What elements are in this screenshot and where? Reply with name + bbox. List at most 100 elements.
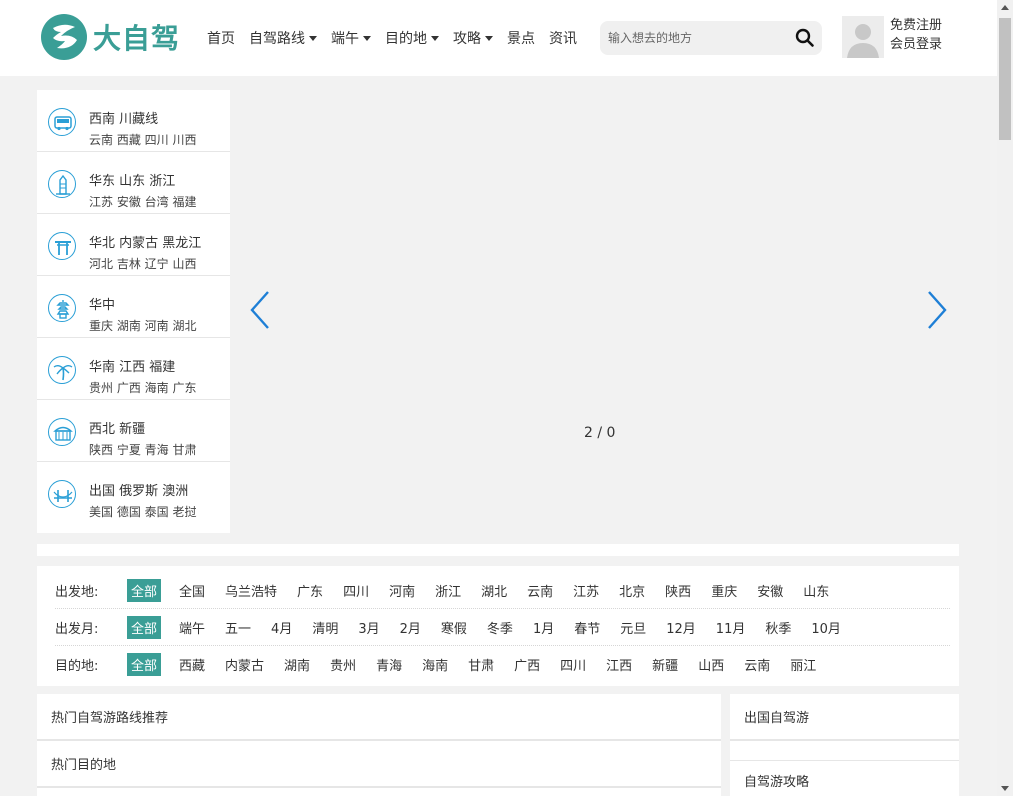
region-title[interactable]: 华中 — [89, 294, 115, 313]
filter-option[interactable]: 广东 — [297, 581, 323, 600]
filter-option[interactable]: 11月 — [716, 618, 746, 637]
filter-option[interactable]: 2月 — [400, 618, 421, 637]
scroll-up-icon[interactable] — [1001, 5, 1009, 10]
filter-option[interactable]: 四川 — [560, 655, 586, 674]
region-title[interactable]: 华南 江西 福建 — [89, 356, 175, 375]
filter-option[interactable]: 江苏 — [573, 581, 599, 600]
filter-option[interactable]: 青海 — [376, 655, 402, 674]
region-subtitle[interactable]: 重庆 湖南 河南 湖北 — [89, 317, 196, 334]
filter-option[interactable]: 乌兰浩特 — [225, 581, 277, 600]
section-title[interactable]: 出国自驾游 — [744, 707, 809, 726]
region-title[interactable]: 西北 新疆 — [89, 418, 145, 437]
filter-option[interactable]: 西藏 — [179, 655, 205, 674]
filter-option[interactable]: 端午 — [179, 618, 205, 637]
filter-option[interactable]: 新疆 — [652, 655, 678, 674]
filter-option[interactable]: 全国 — [179, 581, 205, 600]
scroll-down-icon[interactable] — [1001, 786, 1009, 791]
filter-option[interactable]: 秋季 — [765, 618, 791, 637]
filter-option[interactable]: 丽江 — [790, 655, 816, 674]
car-icon — [48, 108, 76, 136]
region-title[interactable]: 西南 川藏线 — [89, 108, 158, 127]
nav-duanwu[interactable]: 端午 — [331, 28, 371, 48]
nav-destinations[interactable]: 目的地 — [385, 28, 439, 48]
section-title[interactable]: 热门自驾游路线推荐 — [51, 707, 168, 726]
filter-option[interactable]: 1月 — [533, 618, 554, 637]
nav-guides[interactable]: 攻略 — [453, 28, 493, 48]
filter-option[interactable]: 3月 — [358, 618, 379, 637]
filter-option[interactable]: 冬季 — [487, 618, 513, 637]
nav-attractions[interactable]: 景点 — [507, 28, 535, 48]
nav-label: 攻略 — [453, 31, 481, 47]
region-title[interactable]: 华东 山东 浙江 — [89, 170, 175, 189]
filter-option[interactable]: 贵州 — [330, 655, 356, 674]
filter-option[interactable]: 陕西 — [665, 581, 691, 600]
filter-option[interactable]: 江西 — [606, 655, 632, 674]
filter-option[interactable]: 内蒙古 — [225, 655, 264, 674]
region-subtitle[interactable]: 江苏 安徽 台湾 福建 — [89, 193, 196, 210]
filter-option[interactable]: 山西 — [698, 655, 724, 674]
filter-option[interactable]: 4月 — [271, 618, 292, 637]
filter-option[interactable]: 山东 — [803, 581, 829, 600]
chevron-left-icon — [250, 291, 269, 329]
register-link[interactable]: 免费注册 — [890, 16, 942, 35]
region-subtitle[interactable]: 河北 吉林 辽宁 山西 — [89, 255, 196, 272]
filter-option[interactable]: 湖南 — [284, 655, 310, 674]
search-input[interactable] — [600, 21, 785, 55]
region-title[interactable]: 华北 内蒙古 黑龙江 — [89, 232, 201, 251]
filter-option[interactable]: 海南 — [422, 655, 448, 674]
nav-news[interactable]: 资讯 — [549, 28, 577, 48]
filter-option[interactable]: 安徽 — [757, 581, 783, 600]
region-subtitle[interactable]: 云南 西藏 四川 川西 — [89, 131, 196, 148]
filter-option-active[interactable]: 全部 — [127, 615, 162, 639]
filter-option[interactable]: 浙江 — [435, 581, 461, 600]
filter-option[interactable]: 10月 — [811, 618, 841, 637]
region-subtitle[interactable]: 美国 德国 泰国 老挝 — [89, 503, 196, 520]
user-area: 免费注册 会员登录 — [842, 16, 942, 58]
divider-strip — [37, 544, 959, 556]
caret-down-icon — [485, 35, 493, 41]
filter-option[interactable]: 广西 — [514, 655, 540, 674]
region-item-central[interactable]: 华中 重庆 湖南 河南 湖北 — [37, 276, 230, 338]
site-logo[interactable]: 大自驾 — [41, 14, 180, 60]
filter-option[interactable]: 云南 — [744, 655, 770, 674]
filter-option[interactable]: 春节 — [574, 618, 600, 637]
filter-option[interactable]: 北京 — [619, 581, 645, 600]
filter-option[interactable]: 甘肃 — [468, 655, 494, 674]
filter-option[interactable]: 五一 — [225, 618, 251, 637]
user-icon — [842, 16, 884, 58]
region-item-abroad[interactable]: 出国 俄罗斯 澳洲 美国 德国 泰国 老挝 — [37, 462, 230, 528]
hot-destinations-header: 热门目的地 — [37, 741, 721, 788]
region-subtitle[interactable]: 陕西 宁夏 青海 甘肃 — [89, 441, 196, 458]
login-link[interactable]: 会员登录 — [890, 35, 942, 54]
filter-option[interactable]: 寒假 — [441, 618, 467, 637]
region-title[interactable]: 出国 俄罗斯 澳洲 — [89, 480, 188, 499]
region-item-southwest[interactable]: 西南 川藏线 云南 西藏 四川 川西 — [37, 90, 230, 152]
nav-home[interactable]: 首页 — [207, 28, 235, 48]
section-title[interactable]: 热门目的地 — [51, 754, 116, 773]
filter-option[interactable]: 四川 — [343, 581, 369, 600]
nav-routes[interactable]: 自驾路线 — [249, 28, 317, 48]
filter-option-active[interactable]: 全部 — [127, 653, 162, 676]
filter-option[interactable]: 云南 — [527, 581, 553, 600]
slider-prev-button[interactable] — [250, 290, 270, 330]
filter-option[interactable]: 重庆 — [711, 581, 737, 600]
filter-option[interactable]: 12月 — [666, 618, 696, 637]
filter-option[interactable]: 湖北 — [481, 581, 507, 600]
slider-next-button[interactable] — [927, 290, 947, 330]
region-item-northwest[interactable]: 西北 新疆 陕西 宁夏 青海 甘肃 — [37, 400, 230, 462]
region-subtitle[interactable]: 贵州 广西 海南 广东 — [89, 379, 196, 396]
panel-body — [37, 788, 721, 796]
filter-option[interactable]: 河南 — [389, 581, 415, 600]
avatar[interactable] — [842, 16, 884, 58]
scroll-thumb[interactable] — [999, 18, 1011, 140]
page-scrollbar[interactable] — [997, 0, 1013, 796]
filter-option-active[interactable]: 全部 — [127, 578, 162, 602]
hot-routes-header: 热门自驾游路线推荐 — [37, 694, 721, 741]
region-item-east[interactable]: 华东 山东 浙江 江苏 安徽 台湾 福建 — [37, 152, 230, 214]
section-title[interactable]: 自驾游攻略 — [744, 771, 809, 790]
region-item-north[interactable]: 华北 内蒙古 黑龙江 河北 吉林 辽宁 山西 — [37, 214, 230, 276]
filter-option[interactable]: 清明 — [312, 618, 338, 637]
region-item-south[interactable]: 华南 江西 福建 贵州 广西 海南 广东 — [37, 338, 230, 400]
search-button[interactable] — [794, 27, 816, 49]
filter-option[interactable]: 元旦 — [620, 618, 646, 637]
